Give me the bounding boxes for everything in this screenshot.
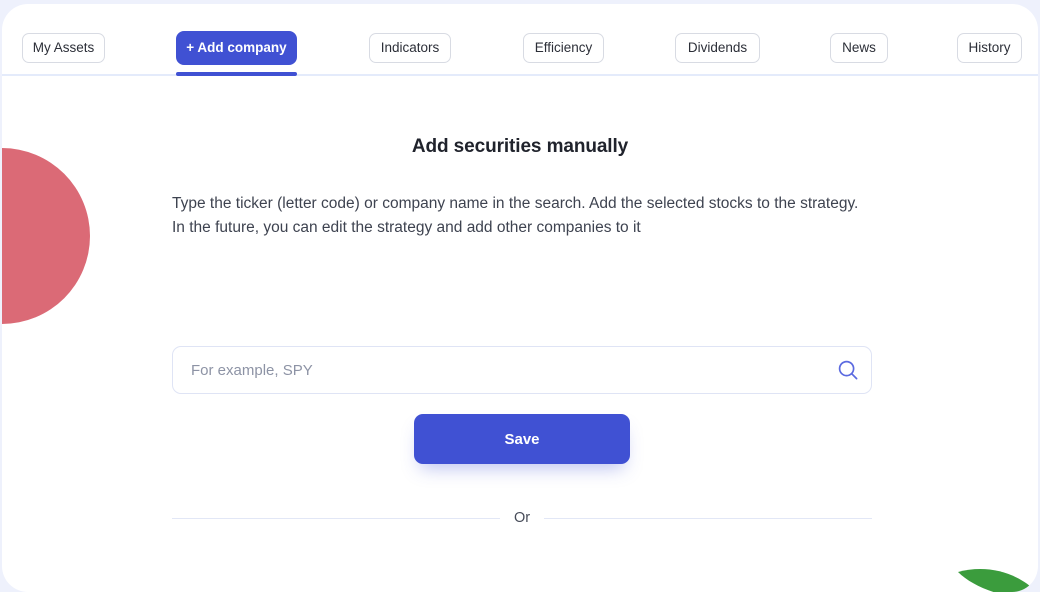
tab-dividends[interactable]: Dividends [675,33,760,63]
tab-history[interactable]: History [957,33,1022,63]
search-field[interactable] [172,346,872,394]
active-tab-underline [176,72,297,76]
save-button[interactable]: Save [414,414,630,464]
tab-bar-divider [2,74,1038,76]
divider-line-left [172,517,500,519]
tab-bar: My Assets + Add company Indicators Efficien… [2,4,1038,76]
app-frame: My Assets + Add company Indicators Efficien… [0,0,1040,592]
tab-indicators[interactable]: Indicators [369,33,451,63]
tab-news[interactable]: News [830,33,888,63]
tab-add-company[interactable]: + Add company [176,31,297,65]
main-content: Add securities manually Type the ticker … [2,76,1038,592]
divider-line-right [544,517,873,519]
tab-efficiency[interactable]: Efficiency [523,33,604,63]
page-description: Type the ticker (letter code) or company… [172,195,859,236]
tab-my-assets[interactable]: My Assets [22,33,105,63]
app-card: My Assets + Add company Indicators Efficien… [2,4,1038,592]
or-divider: Or [172,508,873,528]
search-input[interactable] [173,347,825,393]
search-icon[interactable] [825,347,871,393]
page-title: Add securities manually [411,136,629,157]
or-label: Or [513,510,531,526]
